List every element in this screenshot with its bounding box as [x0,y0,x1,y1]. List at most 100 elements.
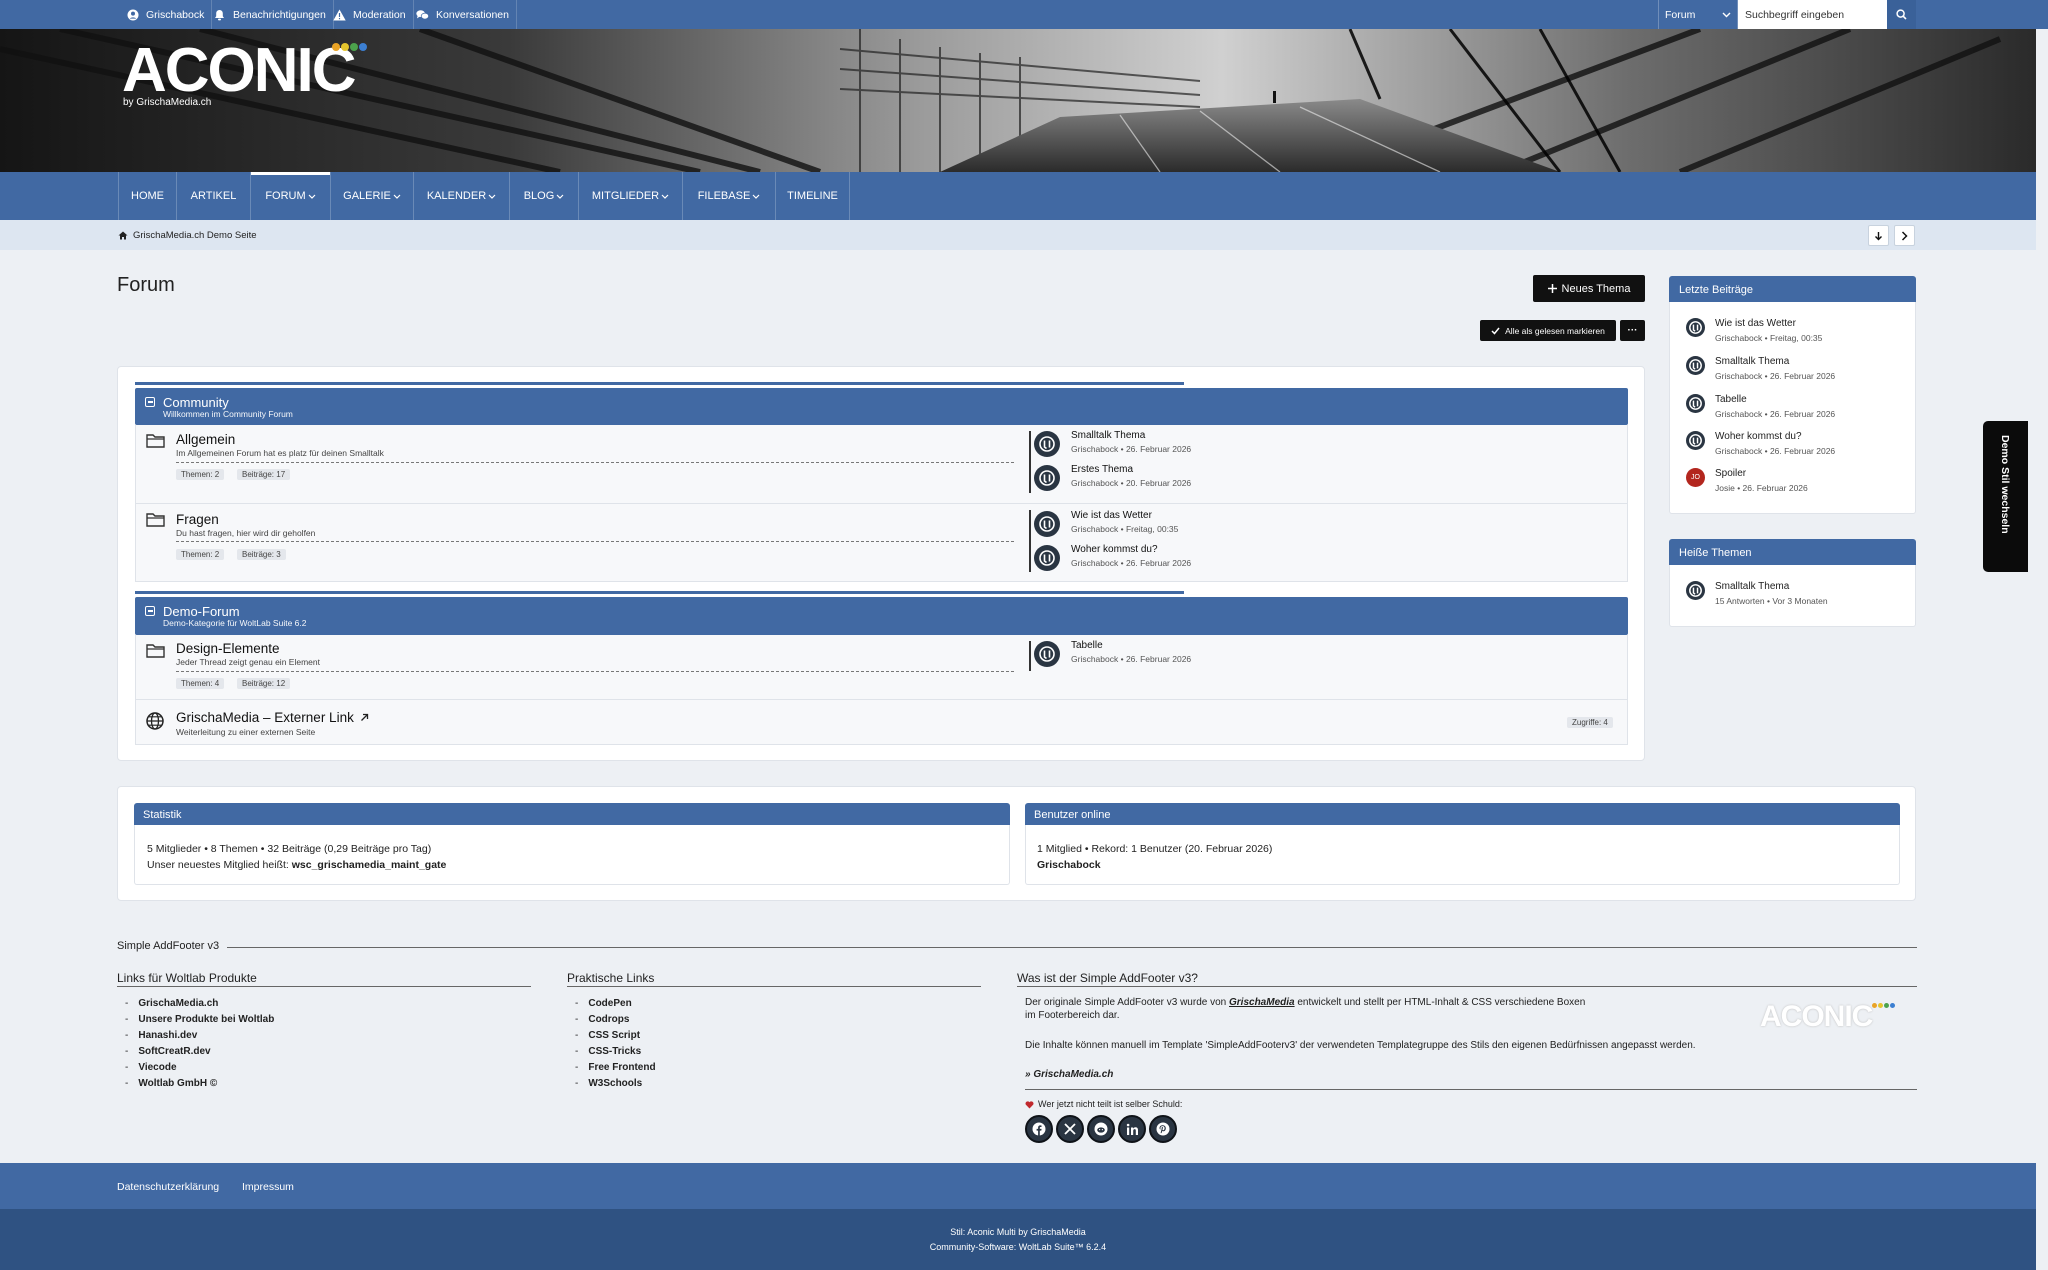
privacy-link[interactable]: Datenschutzerklärung [117,1181,219,1193]
footer-link[interactable]: Woltlab GmbH © [125,1076,274,1092]
footer-link[interactable]: GrischaMedia.ch [125,996,274,1012]
footer-links-bar [0,1163,2036,1209]
new-topic-button[interactable]: Neues Thema [1533,275,1645,302]
nav-forum[interactable]: FORUM [251,172,331,220]
avatar [1686,318,1705,337]
external-link-row[interactable]: GrischaMedia – Externer Link Weiterleitu… [136,699,1627,745]
x-share-button[interactable] [1056,1115,1084,1143]
board-title[interactable]: Allgemein [176,432,235,447]
topics-count: Themen: 2 [176,469,225,480]
nav-home[interactable]: HOME [118,172,177,220]
last-post[interactable]: Tabelle Grischabock • 26. Februar 2026 [1034,639,1334,669]
nav-mitglieder[interactable]: MITGLIEDER [579,172,683,220]
scroll-down-button[interactable] [1868,225,1889,246]
folder-icon [146,643,166,658]
style-switch-tab[interactable]: Demo Stil wechseln [1983,421,2028,572]
last-post[interactable]: Woher kommst du? Grischabock • 26. Febru… [1034,543,1334,573]
last-post-title[interactable]: Wie ist das Wetter [1071,510,1152,521]
latest-post-item[interactable]: Smalltalk Thema Grischabock • 26. Februa… [1686,356,1906,386]
collapse-toggle[interactable] [145,606,155,616]
nav-label: HOME [131,190,164,202]
latest-post-title[interactable]: Tabelle [1715,394,1747,405]
imprint-link[interactable]: Impressum [242,1181,294,1193]
footer-link[interactable]: SoftCreatR.dev [125,1044,274,1060]
board-title[interactable]: Fragen [176,512,219,527]
last-post[interactable]: Erstes Thema Grischabock • 20. Februar 2… [1034,463,1334,493]
more-options-button[interactable]: ··· [1620,320,1645,341]
moderation-link[interactable]: Moderation [326,0,414,29]
nav-label: FILEBASE [697,190,751,202]
last-post[interactable]: Smalltalk Thema Grischabock • 26. Februa… [1034,429,1334,459]
breadcrumb[interactable]: GrischaMedia.ch Demo Seite [118,230,257,241]
nav-galerie[interactable]: GALERIE [331,172,414,220]
latest-post-title[interactable]: Woher kommst du? [1715,431,1802,442]
footer-link[interactable]: Viecode [125,1060,274,1076]
latest-post-item[interactable]: JO Spoiler Josie • 26. Februar 2026 [1686,468,1906,498]
last-post-title[interactable]: Smalltalk Thema [1071,430,1145,441]
linkedin-share-button[interactable] [1118,1115,1146,1143]
board-row: Fragen Du hast fragen, hier wird dir geh… [136,503,1627,582]
home-icon [118,231,128,240]
category-boards: Design-Elemente Jeder Thread zeigt genau… [135,635,1628,745]
search-button[interactable] [1887,0,1916,29]
category-title[interactable]: Demo-Forum [163,604,240,619]
footer-link[interactable]: CSS-Tricks [575,1044,656,1060]
board-title[interactable]: Design-Elemente [176,641,280,656]
last-post-divider [1029,641,1031,671]
latest-post-item[interactable]: Tabelle Grischabock • 26. Februar 2026 [1686,394,1906,424]
search-input[interactable] [1738,0,1887,29]
footer-copyright-bar [0,1209,2036,1270]
latest-post-item[interactable]: Wie ist das Wetter Grischabock • Freitag… [1686,318,1906,348]
author-link[interactable]: GrischaMedia [1229,997,1295,1008]
nav-kalender[interactable]: KALENDER [414,172,510,220]
hot-topic-item[interactable]: Smalltalk Thema 15 Antworten • Vor 3 Mon… [1686,581,1906,611]
site-logo[interactable]: ACONIC by GrischaMedia.ch [122,40,367,108]
newest-member-link[interactable]: wsc_grischamedia_maint_gate [292,859,447,871]
latest-post-title[interactable]: Smalltalk Thema [1715,356,1789,367]
online-user-link[interactable]: Grischabock [1037,859,1101,871]
last-post-title[interactable]: Woher kommst du? [1071,544,1158,555]
pinterest-share-button[interactable] [1149,1115,1177,1143]
category-title[interactable]: Community [163,395,229,410]
grischamedia-link[interactable]: » GrischaMedia.ch [1025,1068,1113,1081]
footer-link[interactable]: Free Frontend [575,1060,655,1076]
footer-link[interactable]: CSS Script [575,1028,656,1044]
latest-post-item[interactable]: Woher kommst du? Grischabock • 26. Febru… [1686,431,1906,461]
last-post-title[interactable]: Erstes Thema [1071,464,1133,475]
footer-link[interactable]: Unsere Produkte bei Woltlab [125,1012,274,1028]
search-scope-select[interactable]: Forum [1658,0,1738,29]
reddit-icon [1094,1122,1108,1136]
nav-artikel[interactable]: ARTIKEL [177,172,251,220]
footer-link-label: Viecode [138,1062,177,1073]
external-link-title[interactable]: GrischaMedia – Externer Link [176,710,354,725]
hot-topic-title[interactable]: Smalltalk Thema [1715,581,1789,592]
topics-count: Themen: 4 [176,678,225,689]
board-row: Allgemein Im Allgemeinen Forum hat es pl… [136,425,1627,503]
last-post[interactable]: Wie ist das Wetter Grischabock • Freitag… [1034,509,1334,539]
user-menu[interactable]: Grischabock [119,0,213,29]
conversations-link[interactable]: Konversationen [409,0,517,29]
footer-link[interactable]: Hanashi.dev [125,1028,274,1044]
collapse-toggle[interactable] [145,397,155,407]
nav-timeline[interactable]: TIMELINE [776,172,850,220]
footer-link[interactable]: CodePen [575,996,656,1012]
nav-blog[interactable]: BLOG [510,172,579,220]
last-post-meta: Grischabock • Freitag, 00:35 [1071,524,1179,534]
nav-label: TIMELINE [787,190,838,202]
avatar [1034,511,1060,537]
nav-filebase[interactable]: FILEBASE [683,172,776,220]
last-post-title[interactable]: Tabelle [1071,640,1103,651]
latest-post-title[interactable]: Wie ist das Wetter [1715,318,1796,329]
mark-all-read-button[interactable]: Alle als gelesen markieren [1480,320,1616,341]
reddit-share-button[interactable] [1087,1115,1115,1143]
board-divider [176,671,1014,672]
facebook-share-button[interactable] [1025,1115,1053,1143]
footer-link[interactable]: Codrops [575,1012,656,1028]
category-description: Willkommen im Community Forum [163,409,293,419]
footer-link-label: Codrops [588,1014,630,1025]
footer-link[interactable]: W3Schools [575,1076,656,1092]
next-page-button[interactable] [1894,225,1915,246]
notifications-label: Benachrichtigungen [233,8,326,21]
latest-post-title[interactable]: Spoiler [1715,468,1746,479]
notifications-link[interactable]: Benachrichtigungen [206,0,334,29]
